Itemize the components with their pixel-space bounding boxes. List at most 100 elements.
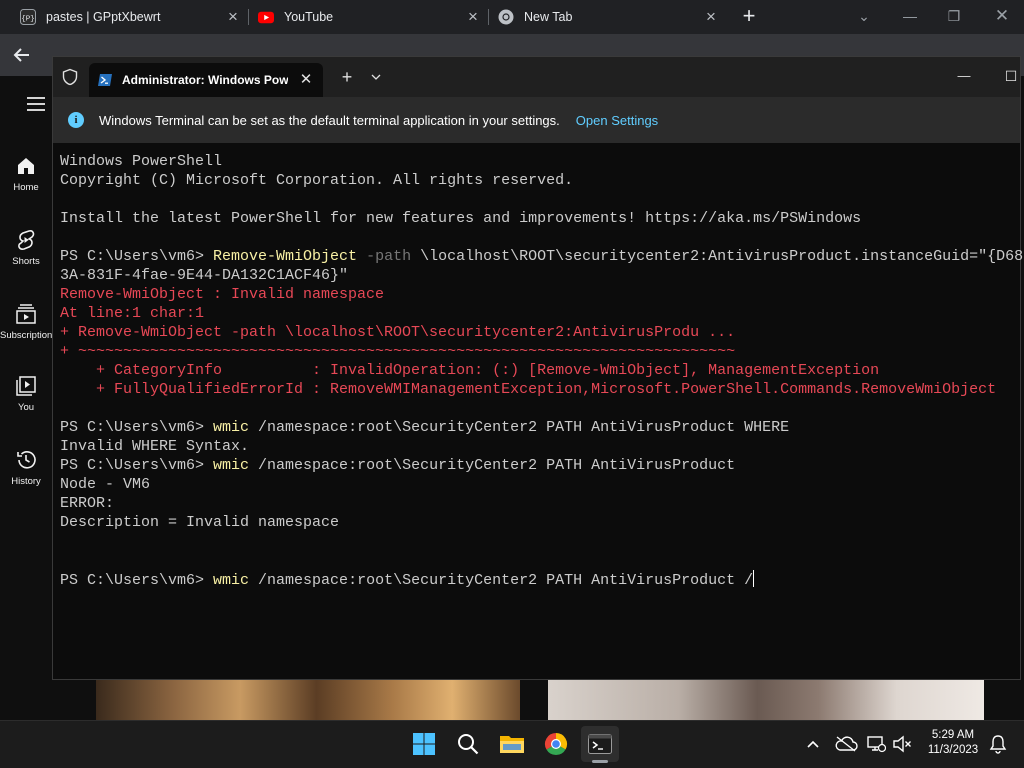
- browser-tab-youtube[interactable]: YouTube ×: [258, 0, 482, 34]
- you-library-icon: [0, 372, 52, 400]
- chrome-icon[interactable]: [537, 726, 575, 762]
- chevron-up-icon[interactable]: [803, 734, 823, 754]
- terminal-text: PS C:\Users\vm6>: [60, 572, 214, 589]
- close-window-icon[interactable]: ✕: [990, 5, 1014, 27]
- shorts-icon: [0, 226, 52, 254]
- terminal-text: At line:1 char:1: [60, 305, 205, 322]
- text-cursor: [753, 570, 755, 587]
- close-tab-icon[interactable]: ×: [702, 8, 720, 26]
- start-icon[interactable]: [405, 726, 443, 762]
- sidebar-item-subscriptions[interactable]: Subscriptions: [0, 300, 52, 341]
- terminal-window: Administrator: Windows PowerShell ✕ + — …: [52, 56, 1024, 680]
- info-message: Windows Terminal can be set as the defau…: [99, 112, 560, 128]
- chevron-down-icon[interactable]: [367, 67, 385, 87]
- hamburger-menu-icon[interactable]: [26, 96, 46, 117]
- terminal-text: /namespace:root\SecurityCenter2 PATH Ant…: [249, 572, 754, 589]
- terminal-text: Invalid WHERE Syntax.: [60, 438, 250, 455]
- terminal-line: PS C:\Users\vm6> wmic /namespace:root\Se…: [60, 418, 1015, 437]
- terminal-line: Remove-WmiObject : Invalid namespace: [60, 285, 1015, 304]
- terminal-text: -path: [357, 248, 412, 265]
- sidebar-item-label: You: [17, 402, 35, 413]
- pastes-favicon: {P}: [20, 9, 36, 25]
- terminal-line: At line:1 char:1: [60, 304, 1015, 323]
- terminal-text: ERROR:: [60, 495, 115, 512]
- chrome-favicon: [498, 9, 514, 25]
- terminal-icon[interactable]: [581, 726, 619, 762]
- terminal-tab-title: Administrator: Windows PowerShell: [122, 73, 288, 87]
- terminal-text: + FullyQualifiedErrorId : RemoveWMIManag…: [60, 381, 997, 398]
- close-tab-icon[interactable]: ✕: [297, 71, 315, 89]
- youtube-sidebar: Home Shorts Subscriptions You History: [0, 76, 52, 720]
- terminal-text: Install the latest PowerShell for new fe…: [60, 210, 862, 227]
- new-tab-button[interactable]: +: [738, 5, 760, 27]
- tab-search-chevron-icon[interactable]: ⌄: [852, 5, 876, 27]
- minimize-icon[interactable]: —: [951, 64, 977, 88]
- terminal-line: Install the latest PowerShell for new fe…: [60, 209, 1015, 228]
- notification-bell-icon[interactable]: [988, 734, 1008, 754]
- new-terminal-tab-button[interactable]: +: [337, 67, 357, 87]
- terminal-line: PS C:\Users\vm6> Remove-WmiObject -path …: [60, 247, 1023, 266]
- sidebar-item-home[interactable]: Home: [0, 152, 52, 193]
- terminal-line: ERROR:: [60, 494, 1015, 513]
- close-tab-icon[interactable]: ×: [224, 8, 242, 26]
- tab-divider: [248, 9, 249, 25]
- terminal-text: 3A-831F-4fae-9E44-DA132C1ACF46}": [60, 267, 349, 284]
- video-thumbnail[interactable]: [548, 680, 984, 720]
- video-thumbnail[interactable]: [96, 680, 520, 720]
- maximize-icon[interactable]: ☐: [998, 64, 1024, 88]
- clock-date: 11/3/2023: [927, 744, 979, 756]
- terminal-line: + CategoryInfo : InvalidOperation: (:) […: [60, 361, 1015, 380]
- terminal-text: \localhost\ROOT\securitycenter2:Antiviru…: [411, 248, 1024, 265]
- terminal-text: + ~~~~~~~~~~~~~~~~~~~~~~~~~~~~~~~~~~~~~~…: [60, 343, 736, 360]
- terminal-line: Windows PowerShell: [60, 152, 1015, 171]
- terminal-output[interactable]: Windows PowerShell Copyright (C) Microsof…: [60, 152, 1023, 589]
- terminal-text: PS C:\Users\vm6>: [60, 457, 214, 474]
- svg-text:{P}: {P}: [21, 16, 35, 24]
- shield-admin-icon: [61, 68, 79, 86]
- browser-tab-pastes[interactable]: {P} pastes | GPptXbewrt ×: [20, 0, 242, 34]
- volume-muted-icon[interactable]: [892, 734, 912, 754]
- browser-tab-new-tab[interactable]: New Tab ×: [498, 0, 720, 34]
- sidebar-item-label: History: [11, 476, 41, 487]
- terminal-text: Remove-WmiObject : Invalid namespace: [60, 286, 385, 303]
- sidebar-item-you[interactable]: You: [0, 372, 52, 413]
- sidebar-item-history[interactable]: History: [0, 446, 52, 487]
- network-icon[interactable]: [866, 734, 886, 754]
- terminal-tab[interactable]: Administrator: Windows PowerShell ✕: [89, 63, 323, 97]
- info-icon: i: [68, 112, 84, 128]
- terminal-line: 3A-831F-4fae-9E44-DA132C1ACF46}": [60, 266, 1015, 285]
- search-icon[interactable]: [449, 726, 487, 762]
- clock-time: 5:29 AM: [931, 729, 975, 741]
- browser-tab-title: YouTube: [284, 10, 334, 24]
- minimize-icon[interactable]: —: [898, 5, 922, 27]
- cloud-icon[interactable]: [834, 734, 858, 754]
- terminal-line: + ~~~~~~~~~~~~~~~~~~~~~~~~~~~~~~~~~~~~~~…: [60, 342, 1015, 361]
- restore-icon[interactable]: ❐: [942, 5, 966, 27]
- taskbar-clock[interactable]: 5:29 AM 11/3/2023: [918, 728, 988, 758]
- file-explorer-icon[interactable]: [493, 726, 531, 762]
- terminal-line: Copyright (C) Microsoft Corporation. All…: [60, 171, 1015, 190]
- powershell-icon: [97, 72, 113, 88]
- sidebar-item-label: Shorts: [12, 256, 40, 267]
- close-tab-icon[interactable]: ×: [464, 8, 482, 26]
- tab-divider: [488, 9, 489, 25]
- terminal-text: Windows PowerShell: [60, 153, 223, 170]
- home-icon: [0, 152, 52, 180]
- terminal-text: Copyright (C) Microsoft Corporation. All…: [60, 172, 574, 189]
- youtube-favicon: [258, 9, 274, 25]
- browser-tab-title: New Tab: [524, 10, 573, 24]
- terminal-text: + Remove-WmiObject -path \localhost\ROOT…: [60, 324, 736, 341]
- terminal-text: Node - VM6: [60, 476, 151, 493]
- back-arrow-icon[interactable]: [10, 45, 34, 67]
- terminal-line: Node - VM6: [60, 475, 1015, 494]
- browser-tab-title: pastes | GPptXbewrt: [46, 10, 161, 24]
- sidebar-item-shorts[interactable]: Shorts: [0, 226, 52, 267]
- terminal-line: PS C:\Users\vm6> wmic /namespace:root\Se…: [60, 570, 1015, 589]
- subscriptions-icon: [0, 300, 52, 328]
- terminal-text: wmic: [213, 572, 250, 589]
- open-settings-link[interactable]: Open Settings: [576, 113, 658, 128]
- terminal-text: /namespace:root\SecurityCenter2 PATH Ant…: [249, 419, 790, 436]
